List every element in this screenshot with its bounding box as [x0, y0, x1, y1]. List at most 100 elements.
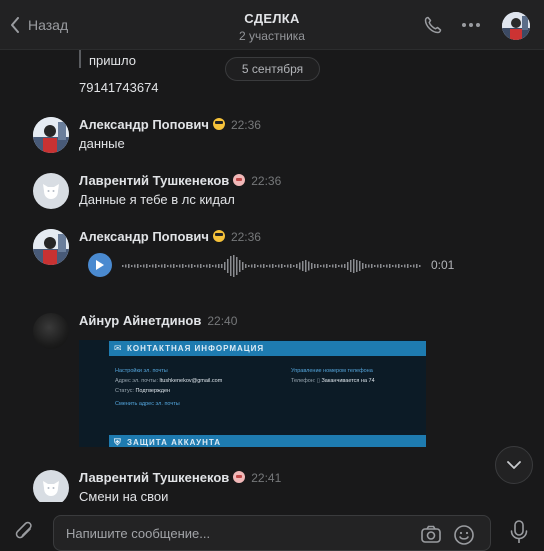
- screenshot-text: Управление номером телефона: [291, 368, 373, 374]
- waveform-bar: [344, 264, 346, 268]
- author-name[interactable]: Александр Попович: [79, 229, 209, 244]
- waveform-bar: [416, 264, 418, 268]
- screenshot-bar-title: ЗАЩИТА АККАУНТА: [127, 438, 222, 447]
- waveform-bar: [407, 264, 409, 268]
- waveform-bar: [215, 264, 217, 268]
- avatar[interactable]: [33, 229, 69, 265]
- waveform-bar: [335, 264, 337, 268]
- waveform-bar: [320, 265, 322, 267]
- message-author[interactable]: Лаврентий Тушкенеков 22:41: [79, 470, 281, 485]
- voice-waveform[interactable]: [121, 254, 423, 278]
- waveform-bar: [308, 261, 310, 271]
- waveform-bar: [179, 264, 181, 268]
- message-time: 22:36: [251, 174, 282, 188]
- message-text: Смени на свои: [79, 489, 169, 502]
- waveform-bar: [365, 264, 367, 268]
- waveform-bar: [347, 262, 349, 270]
- cool-face-icon: [212, 118, 225, 130]
- waveform-bar: [383, 265, 385, 267]
- screenshot-bar-title: КОНТАКТНАЯ ИНФОРМАЦИЯ: [127, 344, 265, 353]
- waveform-bar: [311, 263, 313, 269]
- waveform-bar: [152, 264, 154, 268]
- waveform-bar: [389, 264, 391, 268]
- waveform-bar: [122, 265, 124, 267]
- message-author[interactable]: Лаврентий Тушкенеков 22:36: [79, 173, 281, 188]
- phone-icon: [424, 16, 442, 34]
- skull-face-icon: [233, 174, 246, 186]
- waveform-bar: [146, 264, 148, 268]
- waveform-bar: [419, 265, 421, 267]
- chat-header: Назад СДЕЛКА 2 участника: [0, 0, 544, 50]
- chat-avatar[interactable]: [502, 12, 530, 40]
- waveform-bar: [404, 264, 406, 268]
- waveform-bar: [356, 260, 358, 272]
- avatar[interactable]: [33, 173, 69, 209]
- author-name[interactable]: Александр Попович: [79, 117, 209, 132]
- waveform-bar: [398, 264, 400, 268]
- waveform-bar: [266, 265, 268, 267]
- image-attachment[interactable]: ✉ КОНТАКТНАЯ ИНФОРМАЦИЯ Настройки эл. по…: [79, 340, 426, 447]
- waveform-bar: [236, 257, 238, 275]
- message-composer: [0, 502, 544, 551]
- emoji-button[interactable]: [453, 524, 475, 549]
- author-name[interactable]: Айнур Айнетдинов: [79, 313, 201, 328]
- waveform-bar: [302, 261, 304, 271]
- waveform-bar: [377, 264, 379, 268]
- message-text: 79141743674: [79, 80, 159, 95]
- message-author[interactable]: Александр Попович 22:36: [79, 229, 261, 244]
- waveform-bar: [161, 264, 163, 268]
- message-author[interactable]: Айнур Айнетдинов 22:40: [79, 313, 237, 328]
- play-button[interactable]: [88, 253, 112, 277]
- waveform-bar: [263, 264, 265, 268]
- waveform-bar: [158, 265, 160, 267]
- waveform-bar: [224, 262, 226, 270]
- scroll-down-button[interactable]: [495, 446, 533, 484]
- waveform-bar: [380, 264, 382, 268]
- waveform-bar: [350, 260, 352, 272]
- waveform-bar: [329, 265, 331, 267]
- camera-icon: [421, 525, 441, 543]
- waveform-bar: [188, 264, 190, 268]
- waveform-bar: [287, 264, 289, 268]
- waveform-bar: [245, 264, 247, 268]
- waveform-bar: [284, 265, 286, 267]
- waveform-bar: [353, 259, 355, 273]
- avatar[interactable]: [33, 313, 69, 349]
- message-time: 22:40: [207, 314, 238, 328]
- message-feed[interactable]: пришло 79141743674 5 сентября Александр …: [0, 50, 544, 502]
- waveform-bar: [167, 265, 169, 267]
- smile-icon: [454, 525, 474, 545]
- waveform-bar: [149, 265, 151, 267]
- waveform-bar: [314, 264, 316, 268]
- waveform-bar: [218, 264, 220, 268]
- waveform-bar: [332, 264, 334, 268]
- call-button[interactable]: [422, 14, 444, 36]
- waveform-bar: [272, 264, 274, 268]
- screenshot-text: Сменить адрес эл. почты: [115, 401, 180, 407]
- waveform-bar: [359, 261, 361, 271]
- waveform-bar: [368, 264, 370, 268]
- author-name[interactable]: Лаврентий Тушкенеков: [79, 470, 229, 485]
- waveform-bar: [155, 264, 157, 268]
- waveform-bar: [176, 265, 178, 267]
- avatar[interactable]: [33, 470, 69, 502]
- cool-face-icon: [212, 230, 225, 242]
- chat-avatar-image: [502, 12, 530, 40]
- waveform-bar: [206, 264, 208, 268]
- waveform-bar: [251, 264, 253, 268]
- waveform-bar: [257, 265, 259, 267]
- waveform-bar: [323, 264, 325, 268]
- quoted-message: пришло: [79, 50, 136, 68]
- author-name[interactable]: Лаврентий Тушкенеков: [79, 173, 229, 188]
- message-input[interactable]: [66, 516, 406, 550]
- waveform-bar: [413, 264, 415, 268]
- waveform-bar: [269, 264, 271, 268]
- avatar[interactable]: [33, 117, 69, 153]
- attach-button[interactable]: [14, 520, 36, 547]
- waveform-bar: [137, 264, 139, 268]
- voice-record-button[interactable]: [509, 520, 529, 547]
- waveform-bar: [212, 265, 214, 267]
- waveform-bar: [164, 264, 166, 268]
- message-author[interactable]: Александр Попович 22:36: [79, 117, 261, 132]
- more-button[interactable]: [460, 14, 482, 36]
